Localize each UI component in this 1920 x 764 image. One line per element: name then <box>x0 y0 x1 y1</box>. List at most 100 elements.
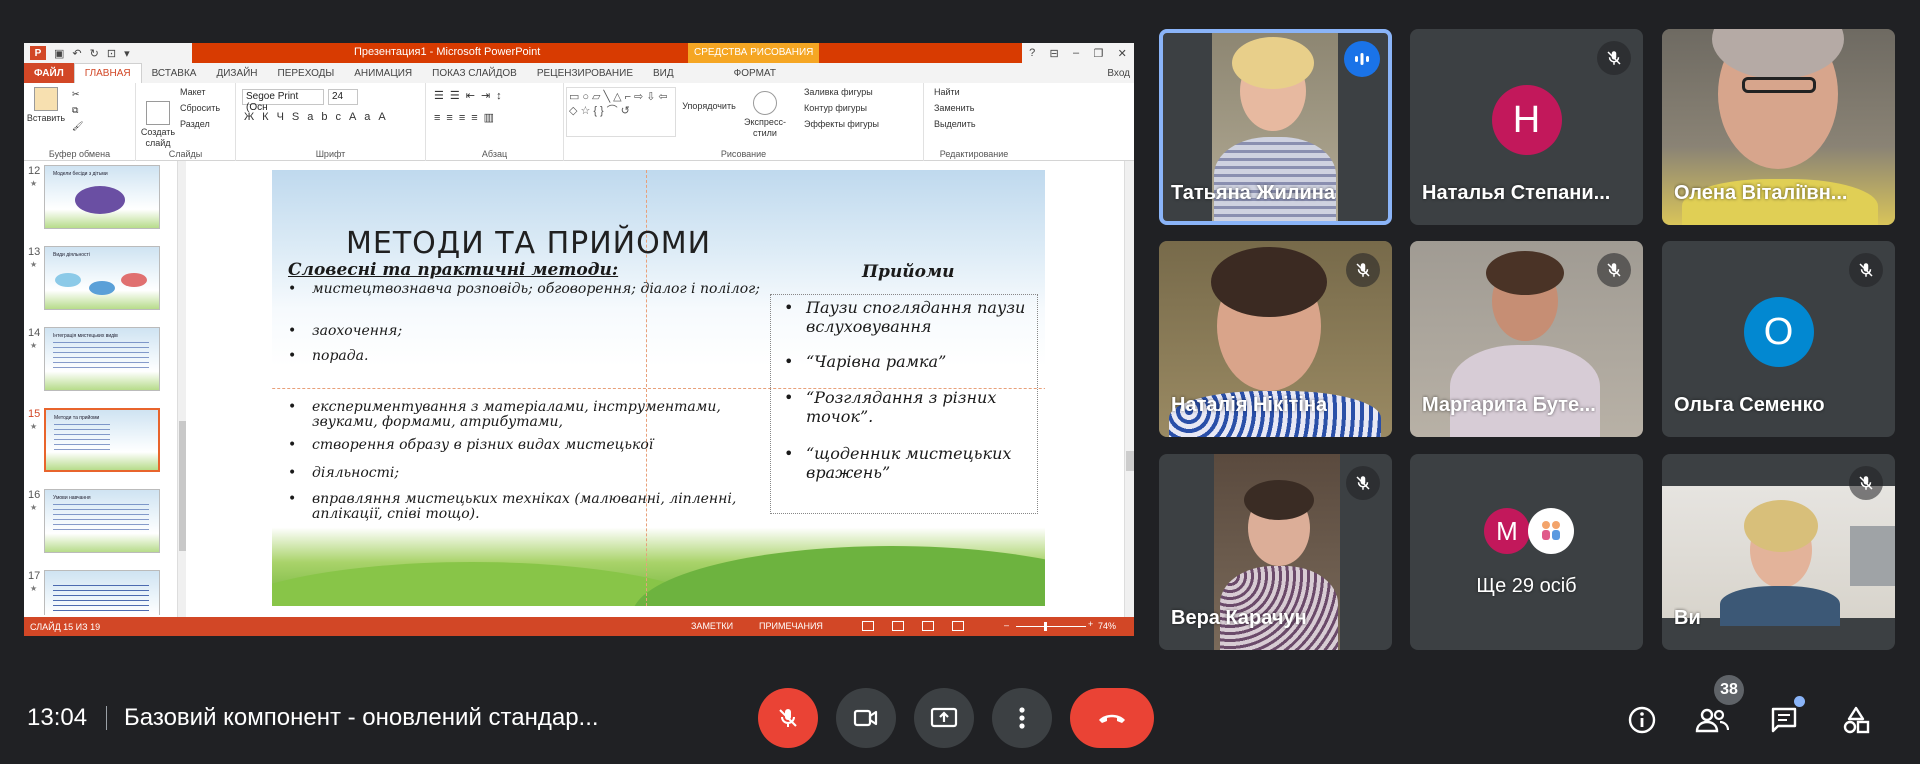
self-view-tile[interactable]: Ви <box>1662 454 1895 650</box>
scrollbar-thumb[interactable] <box>179 421 186 551</box>
present-screen-button[interactable] <box>914 688 974 748</box>
mic-off-icon <box>1346 253 1380 287</box>
replace-button[interactable]: Заменить <box>934 103 974 113</box>
quick-access-toolbar: P ▣ ↶ ↻ ⊡ ▾ <box>24 43 192 63</box>
arrange-button[interactable]: Упорядочить <box>682 101 736 112</box>
participant-tile[interactable]: О Ольга Семенко <box>1662 241 1895 437</box>
slide-scrollbar[interactable] <box>1124 161 1134 617</box>
more-participants-tile[interactable]: М Ще 29 осіб <box>1410 454 1643 650</box>
shape-effects-button[interactable]: Эффекты фигуры <box>804 119 879 129</box>
meeting-details-button[interactable] <box>1624 702 1660 738</box>
paste-button[interactable]: Вставить <box>26 87 66 124</box>
slide-sorter-icon[interactable] <box>892 621 904 631</box>
notes-button[interactable]: ЗАМЕТКИ <box>691 621 733 631</box>
redo-icon[interactable]: ↻ <box>90 47 99 60</box>
zoom-level[interactable]: 74% <box>1098 621 1116 631</box>
slideshow-view-icon[interactable] <box>952 621 964 631</box>
clipboard-group: Вставить ✂ ⧉ 🖌 Буфер обмена <box>24 83 136 161</box>
minimize-icon[interactable]: – <box>1073 47 1079 59</box>
shape-fill-button[interactable]: Заливка фигуры <box>804 87 873 97</box>
start-slideshow-icon[interactable]: ⊡ <box>107 47 116 60</box>
tab-insert[interactable]: ВСТАВКА <box>142 63 207 83</box>
chat-button[interactable] <box>1766 702 1802 738</box>
thumbnail-scrollbar[interactable] <box>177 161 186 617</box>
slide-thumbnail[interactable]: 14 ★ Інтеграція мистецьких видів <box>24 327 174 397</box>
children-avatar-icon <box>1542 521 1560 540</box>
cut-icon[interactable]: ✂ <box>72 89 80 100</box>
participant-tile[interactable]: Наталія Нікітіна <box>1159 241 1392 437</box>
tab-slideshow[interactable]: ПОКАЗ СЛАЙДОВ <box>422 63 527 83</box>
toggle-camera-button[interactable] <box>836 688 896 748</box>
participant-tile[interactable]: Вера Карачун <box>1159 454 1392 650</box>
reading-view-icon[interactable] <box>922 621 934 631</box>
tab-home[interactable]: ГЛАВНАЯ <box>73 63 142 83</box>
zoom-slider-knob[interactable] <box>1044 622 1047 631</box>
tab-transitions[interactable]: ПЕРЕХОДЫ <box>268 63 345 83</box>
drawing-group-label: Рисование <box>720 149 767 159</box>
tab-format[interactable]: ФОРМАТ <box>724 63 786 83</box>
leave-call-button[interactable] <box>1070 688 1154 748</box>
zoom-slider[interactable] <box>1016 626 1086 627</box>
divider <box>106 706 107 730</box>
shape-outline-button[interactable]: Контур фигуры <box>804 103 867 113</box>
slide-thumbnail[interactable]: 16 ★ Умови навчання <box>24 489 174 559</box>
show-everyone-button[interactable] <box>1694 702 1730 738</box>
comments-button[interactable]: ПРИМЕЧАНИЯ <box>759 621 823 631</box>
new-slide-button[interactable]: Создать слайд <box>138 101 178 149</box>
tab-animations[interactable]: АНИМАЦИЯ <box>344 63 422 83</box>
zoom-in-icon[interactable]: + <box>1088 619 1093 629</box>
participant-tile[interactable]: Олена Віталіївн... <box>1662 29 1895 225</box>
font-format-buttons[interactable]: ЖКЧSabcAaA <box>244 111 394 123</box>
font-size-select[interactable]: 24 <box>328 89 358 105</box>
quick-styles-button[interactable]: Экспресс-стили <box>740 91 790 139</box>
zoom-out-icon[interactable]: – <box>1004 620 1009 630</box>
customize-toolbar-icon[interactable]: ▾ <box>124 47 130 60</box>
participant-tile[interactable]: Маргарита Буте... <box>1410 241 1643 437</box>
tab-view[interactable]: ВИД <box>643 63 684 83</box>
slide-thumbnail[interactable]: 12 ★ Модели бесіди з дітьми <box>24 165 174 235</box>
save-icon[interactable]: ▣ <box>54 47 64 60</box>
close-icon[interactable]: ✕ <box>1118 47 1127 60</box>
slide-title[interactable]: МЕТОДИ ТА ПРИЙОМИ <box>346 226 711 261</box>
animation-star-icon: ★ <box>30 422 38 431</box>
slide-thumbnail[interactable]: 17 ★ <box>24 570 174 615</box>
restore-icon[interactable]: ❐ <box>1093 47 1103 60</box>
font-name-select[interactable]: Segoe Print (Осн <box>242 89 324 113</box>
slide-thumbnail-selected[interactable]: 15 ★ Методи та прийоми <box>24 408 174 478</box>
ppt-title-bar: P ▣ ↶ ↻ ⊡ ▾ Презентация1 - Microsoft Pow… <box>24 43 1134 63</box>
normal-view-icon[interactable] <box>862 621 874 631</box>
chat-icon <box>1771 707 1797 733</box>
select-button[interactable]: Выделить <box>934 119 976 129</box>
shapes-gallery[interactable]: ▭○▱╲△⌐⇨⇩⇦ ◇☆{}⌒↺ <box>566 87 676 137</box>
toggle-microphone-button[interactable] <box>758 688 818 748</box>
slide-thumbnail[interactable]: 13 ★ Види діяльності <box>24 246 174 316</box>
participant-tile[interactable]: Н Наталья Степани... <box>1410 29 1643 225</box>
copy-icon[interactable]: ⧉ <box>72 105 78 116</box>
font-group: Segoe Print (Осн 24 ЖКЧSabcAaA Шрифт <box>236 83 426 161</box>
find-button[interactable]: Найти <box>934 87 960 97</box>
tab-design[interactable]: ДИЗАЙН <box>206 63 267 83</box>
reset-button[interactable]: Сбросить <box>180 103 220 113</box>
list-buttons[interactable]: ☰☰⇤⇥↕ <box>434 89 508 102</box>
more-options-button[interactable] <box>992 688 1052 748</box>
ribbon-display-icon[interactable]: ⊟ <box>1050 47 1059 60</box>
sign-in-link[interactable]: Вход <box>1107 68 1134 79</box>
section-button[interactable]: Раздел <box>180 119 210 129</box>
thumbnail-text-lines <box>53 504 149 534</box>
video-printer <box>1850 526 1895 586</box>
tab-review[interactable]: РЕЦЕНЗИРОВАНИЕ <box>527 63 643 83</box>
slide-15[interactable]: МЕТОДИ ТА ПРИЙОМИ Словесні та практичні … <box>272 170 1045 606</box>
slide-thumbnail-pane: 12 ★ Модели бесіди з дітьми 13 ★ Види ді… <box>24 161 186 617</box>
layout-button[interactable]: Макет <box>180 87 205 97</box>
participant-tile[interactable]: Татьяна Жилина <box>1159 29 1392 225</box>
tab-file[interactable]: ФАЙЛ <box>24 63 74 83</box>
scrollbar-thumb[interactable] <box>1126 451 1134 471</box>
help-icon[interactable]: ? <box>1029 47 1035 59</box>
undo-icon[interactable]: ↶ <box>72 47 81 60</box>
align-buttons[interactable]: ≡≡≡≡▥ <box>434 111 500 124</box>
activities-button[interactable] <box>1838 702 1874 738</box>
slide-methods-heading[interactable]: Словесні та практичні методи: <box>288 260 618 280</box>
slide-techniques-heading[interactable]: Прийоми <box>862 262 955 282</box>
format-painter-icon[interactable]: 🖌 <box>72 121 83 132</box>
thumbnail-title: Методи та прийоми <box>54 415 100 421</box>
